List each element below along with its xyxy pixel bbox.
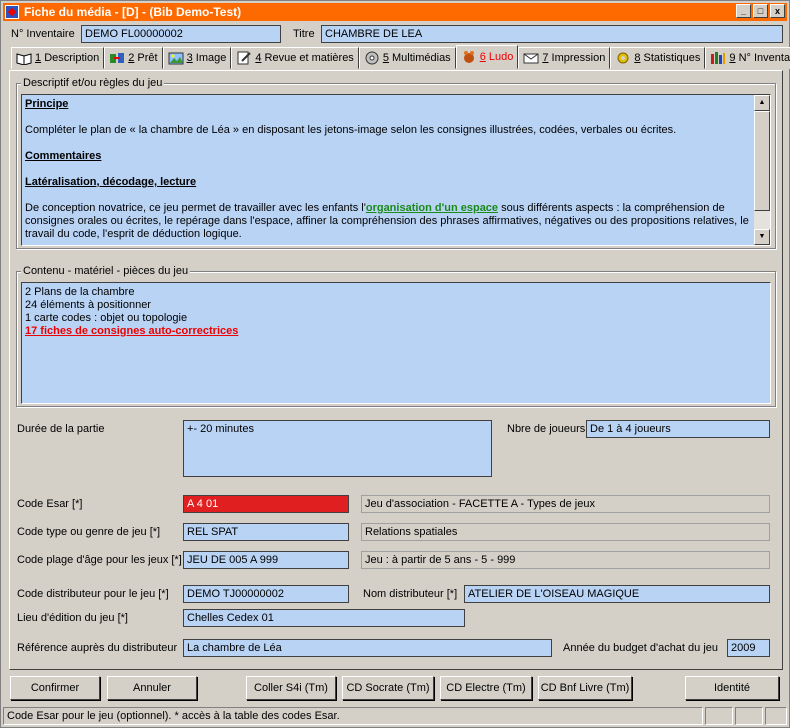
contenu-group: Contenu - matériel - pièces du jeu 2 Pla…	[16, 265, 776, 407]
gear-icon	[617, 52, 629, 64]
game-icon	[463, 51, 474, 63]
edit-icon	[237, 51, 252, 65]
status-text: Code Esar pour le jeu (optionnel). * acc…	[3, 707, 703, 725]
tab-image[interactable]: 3 Image	[162, 47, 232, 69]
multimedia-icon	[365, 51, 379, 65]
mail-icon	[523, 53, 539, 64]
age-label: Code plage d'âge pour les jeux [*]	[17, 554, 182, 566]
tab-ludo[interactable]: 6 Ludo	[455, 45, 519, 69]
titre-field[interactable]: CHAMBRE DE LEA	[321, 25, 783, 43]
contenu-line: 24 éléments à positionner	[25, 299, 151, 311]
lieu-label: Lieu d'édition du jeu [*]	[17, 612, 128, 624]
conception-text: De conception novatrice, ce jeu permet d…	[25, 202, 749, 240]
annee-label: Année du budget d'achat du jeu	[563, 642, 719, 654]
window-title: Fiche du média - [D] - (Bib Demo-Test)	[24, 5, 242, 19]
contenu-memo[interactable]: 2 Plans de la chambre 24 éléments à posi…	[21, 282, 771, 404]
contenu-highlight: 17 fiches de consignes auto-correctrices	[25, 325, 239, 337]
contenu-title: Contenu - matériel - pièces du jeu	[21, 265, 191, 277]
annee-field[interactable]: 2009	[727, 639, 770, 657]
age-description: Jeu : à partir de 5 ans - 5 - 999	[361, 551, 770, 569]
book-icon	[16, 53, 32, 65]
annuler-button[interactable]: Annuler	[107, 676, 197, 700]
status-bar: Code Esar pour le jeu (optionnel). * acc…	[3, 707, 787, 725]
title-bar[interactable]: Fiche du média - [D] - (Bib Demo-Test) _…	[3, 3, 787, 21]
cd-bnf-button[interactable]: CD Bnf Livre (Tm)	[538, 676, 632, 700]
commentaires-heading: Commentaires	[25, 150, 102, 162]
type-description: Relations spatiales	[361, 523, 770, 541]
tab-inventaire[interactable]: 9 N° Inventaire	[705, 47, 790, 69]
status-cell	[735, 707, 763, 725]
titre-label: Titre	[293, 28, 315, 40]
cd-socrate-button[interactable]: CD Socrate (Tm)	[342, 676, 434, 700]
tab-description[interactable]: 1 Description	[11, 47, 105, 69]
media-window: Fiche du média - [D] - (Bib Demo-Test) _…	[0, 0, 790, 728]
app-icon	[5, 5, 19, 19]
tab-impression[interactable]: 7 Impression	[518, 47, 611, 69]
cd-electre-button[interactable]: CD Electre (Tm)	[440, 676, 532, 700]
contenu-line: 2 Plans de la chambre	[25, 286, 135, 298]
descriptif-group: Descriptif et/ou règles du jeu Principe …	[16, 77, 776, 249]
tab-revue[interactable]: 4 Revue et matières	[231, 47, 359, 69]
joueurs-label: Nbre de joueurs	[507, 423, 586, 435]
tab-pret[interactable]: 2 Prêt	[104, 47, 163, 69]
age-field[interactable]: JEU DE 005 A 999	[183, 551, 349, 569]
close-button[interactable]: x	[770, 4, 785, 18]
descriptif-memo[interactable]: Principe Compléter le plan de « la chamb…	[21, 94, 771, 246]
loan-icon	[110, 53, 125, 63]
nom-distrib-field[interactable]: ATELIER DE L'OISEAU MAGIQUE	[464, 585, 770, 603]
status-cell	[705, 707, 733, 725]
ref-field[interactable]: La chambre de Léa	[183, 639, 552, 657]
descriptif-title: Descriptif et/ou règles du jeu	[21, 77, 165, 89]
inventaire-label: N° Inventaire	[11, 28, 75, 40]
distrib-label: Code distributeur pour le jeu [*]	[17, 588, 169, 600]
principe-text: Compléter le plan de « la chambre de Léa…	[25, 124, 677, 136]
image-icon	[168, 52, 184, 65]
ludo-panel: Descriptif et/ou règles du jeu Principe …	[9, 70, 783, 670]
contenu-line: 1 carte codes : objet ou topologie	[25, 312, 188, 324]
esar-description: Jeu d'association - FACETTE A - Types de…	[361, 495, 770, 513]
coller-s4i-button[interactable]: Coller S4i (Tm)	[246, 676, 336, 700]
lateralisation-heading: Latéralisation, décodage, lecture	[25, 176, 197, 188]
tab-bar: 1 Description 2 Prêt 3 Image 4 Revue et …	[11, 45, 790, 69]
scroll-down-icon[interactable]: ▼	[754, 229, 770, 245]
maximize-button[interactable]: □	[753, 4, 768, 18]
tab-statistiques[interactable]: 8 Statistiques	[610, 47, 706, 69]
inventaire-field[interactable]: DEMO FL00000002	[81, 25, 281, 43]
scroll-thumb[interactable]	[754, 111, 770, 211]
duree-label: Durée de la partie	[17, 423, 105, 435]
lieu-field[interactable]: Chelles Cedex 01	[183, 609, 465, 627]
scroll-up-icon[interactable]: ▲	[754, 95, 770, 111]
type-label: Code type ou genre de jeu [*]	[17, 526, 161, 538]
minimize-button[interactable]: _	[736, 4, 751, 18]
duree-field[interactable]: +- 20 minutes	[183, 420, 492, 477]
books-icon	[711, 52, 726, 64]
nom-distrib-label: Nom distributeur [*]	[363, 588, 458, 600]
status-grip[interactable]	[765, 707, 787, 725]
esar-label: Code Esar [*]	[17, 498, 83, 510]
ref-label: Référence auprès du distributeur	[17, 642, 178, 654]
joueurs-field[interactable]: De 1 à 4 joueurs	[586, 420, 770, 438]
tab-multimedias[interactable]: 5 Multimédias	[358, 47, 456, 69]
esar-field[interactable]: A 4 01	[183, 495, 349, 513]
identite-button[interactable]: Identité	[685, 676, 779, 700]
distrib-field[interactable]: DEMO TJ00000002	[183, 585, 349, 603]
confirmer-button[interactable]: Confirmer	[10, 676, 100, 700]
type-field[interactable]: REL SPAT	[183, 523, 349, 541]
organisation-highlight: organisation d'un espace	[365, 202, 499, 214]
principe-heading: Principe	[25, 98, 69, 110]
descriptif-scrollbar[interactable]: ▲ ▼	[754, 95, 770, 245]
